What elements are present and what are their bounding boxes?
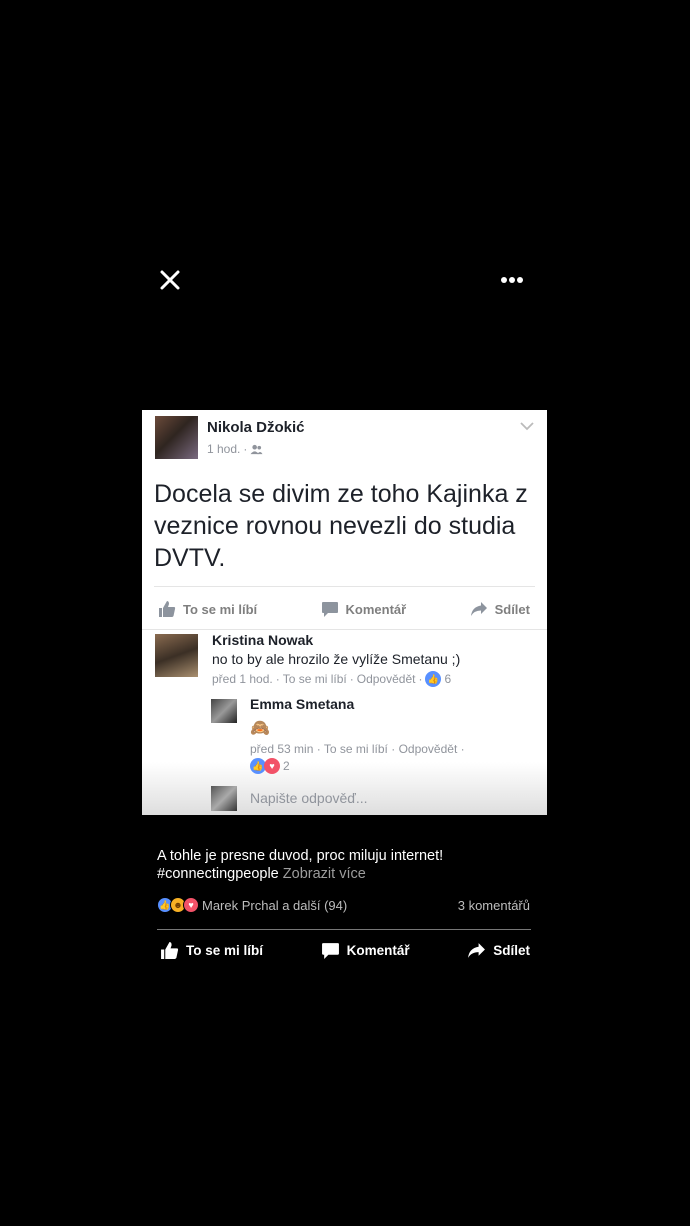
footer-comment-button[interactable]: Komentář [321, 941, 410, 960]
reply-author[interactable]: Emma Smetana [250, 696, 354, 712]
divider [157, 929, 531, 930]
comment-like-link[interactable]: To se mi líbí [283, 672, 347, 686]
caption-text: A tohle je presne duvod, proc miluju int… [157, 848, 444, 864]
thumbs-up-icon [161, 942, 179, 959]
share-icon [470, 602, 487, 616]
reply-like-link[interactable]: To se mi líbí [324, 742, 388, 756]
divider [154, 586, 535, 587]
reply-meta: před 53 min · To se mi líbí · Odpovědět … [250, 742, 465, 756]
reply-reaction-count: 2 [283, 759, 290, 773]
author-avatar [155, 416, 198, 459]
more-options-icon [501, 277, 523, 283]
shared-post-screenshot[interactable]: Nikola Džokić 1 hod. · Docela se divim z… [142, 410, 547, 815]
thumbs-up-icon [159, 601, 176, 617]
reply-emoji: 🙈 [250, 720, 270, 737]
reply-time: před 53 min [250, 742, 314, 756]
chevron-down-icon[interactable] [519, 420, 535, 432]
share-icon [468, 943, 486, 958]
share-button[interactable]: Sdílet [470, 598, 530, 620]
comment-count[interactable]: 3 komentářů [458, 898, 530, 913]
footer-share-button[interactable]: Sdílet [467, 941, 530, 960]
reactions-text: Marek Prchal a další (94) [202, 897, 348, 913]
close-button[interactable] [158, 268, 182, 292]
reply-author-avatar [211, 699, 237, 723]
divider [142, 629, 547, 630]
footer-like-button[interactable]: To se mi líbí [160, 941, 263, 960]
comment-button[interactable]: Komentář [321, 598, 406, 620]
comment-reply-link[interactable]: Odpovědět [357, 672, 416, 686]
photo-caption: A tohle je presne duvod, proc miluju int… [157, 847, 443, 883]
comment-text: no to by ale hrozilo že vylíže Smetanu ;… [212, 651, 461, 667]
reply-reply-link[interactable]: Odpovědět [399, 742, 458, 756]
footer-actions: To se mi líbí Komentář Sdílet [160, 941, 530, 960]
see-more-link[interactable]: Zobrazit více [283, 866, 366, 882]
close-icon [160, 270, 180, 290]
post-meta: 1 hod. · [207, 442, 263, 456]
hashtag-link[interactable]: #connectingpeople [157, 866, 279, 882]
love-reaction-icon: ♥ [183, 897, 199, 913]
reactions-summary[interactable]: 👍 ☻ ♥ Marek Prchal a další (94) [157, 897, 347, 913]
like-reaction-icon: 👍 [425, 671, 442, 687]
comment-meta: před 1 hod. · To se mi líbí · Odpovědět … [212, 671, 452, 687]
more-options-button[interactable] [498, 270, 528, 290]
friends-icon [250, 444, 263, 454]
post-author: Nikola Džokić [207, 419, 305, 436]
post-actions: To se mi líbí Komentář Sdílet [158, 598, 530, 620]
love-reaction-icon: ♥ [264, 758, 280, 774]
comment-like-count: 6 [444, 672, 452, 686]
bottom-fade [142, 762, 547, 815]
viewer-avatar [211, 786, 237, 811]
post-text: Docela se divim ze toho Kajinka z veznic… [154, 480, 528, 572]
like-button[interactable]: To se mi líbí [158, 598, 257, 620]
write-reply-input[interactable]: Napište odpověď... [250, 790, 368, 806]
comment-author[interactable]: Kristina Nowak [212, 632, 313, 648]
comment-time: před 1 hod. [212, 672, 273, 686]
post-time: 1 hod. [207, 442, 241, 456]
reply-reactions: 👍 ♥ 2 [250, 758, 290, 774]
comment-icon [321, 602, 338, 617]
comment-icon [321, 943, 339, 959]
commenter-avatar [155, 634, 198, 677]
